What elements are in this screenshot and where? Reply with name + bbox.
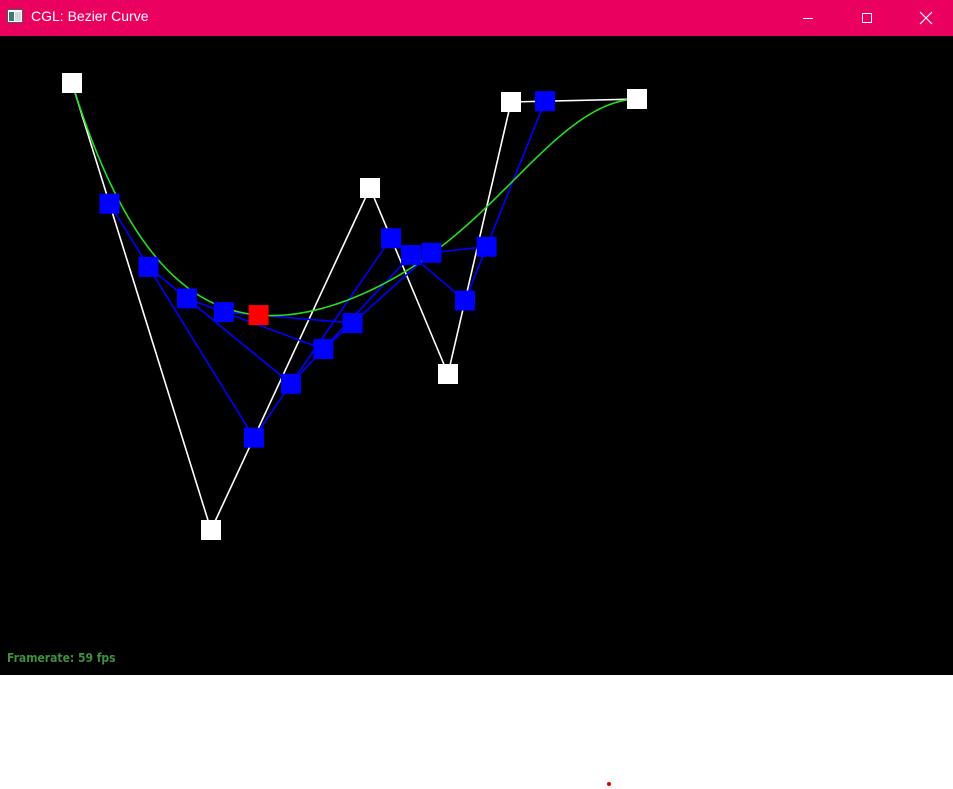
app-icon — [7, 9, 23, 23]
close-button[interactable] — [903, 0, 949, 36]
intermediate-edge — [253, 237, 392, 439]
control-polygon-edge — [210, 187, 371, 531]
current-curve-point — [248, 305, 269, 326]
intermediate-point — [401, 245, 422, 266]
render-viewport[interactable]: Framerate: 59 fps — [0, 36, 953, 675]
control-point-1[interactable] — [62, 73, 82, 93]
intermediate-point — [280, 373, 301, 394]
intermediate-point — [313, 339, 334, 360]
intermediate-point — [99, 193, 120, 214]
control-point-5[interactable] — [501, 92, 521, 112]
framerate-label: Framerate: 59 fps — [7, 651, 116, 665]
control-polygon-edge — [369, 187, 449, 375]
intermediate-point — [176, 288, 197, 309]
maximize-button[interactable] — [844, 0, 890, 36]
intermediate-point — [243, 427, 264, 448]
control-point-6[interactable] — [627, 89, 647, 109]
intermediate-point — [138, 256, 159, 277]
control-point-4[interactable] — [438, 364, 458, 384]
intermediate-point — [421, 242, 442, 263]
bezier-canvas[interactable] — [0, 36, 953, 675]
intermediate-edge — [148, 266, 292, 385]
title-bar[interactable]: CGL: Bezier Curve — [0, 0, 953, 36]
app-window: CGL: Bezier Curve Framerate: 59 fps — [0, 0, 953, 675]
close-icon — [919, 11, 933, 25]
intermediate-point — [213, 302, 234, 323]
intermediate-point — [455, 290, 476, 311]
desktop-area — [0, 675, 953, 789]
intermediate-point — [381, 228, 402, 249]
minimize-icon — [803, 18, 813, 19]
maximize-icon — [862, 13, 872, 23]
control-point-2[interactable] — [201, 520, 221, 540]
intermediate-edge — [223, 311, 353, 324]
intermediate-point — [535, 91, 556, 112]
intermediate-point — [476, 236, 497, 257]
window-title: CGL: Bezier Curve — [31, 8, 149, 24]
control-point-3[interactable] — [360, 178, 380, 198]
red-dot — [607, 782, 611, 786]
intermediate-edge — [322, 252, 432, 350]
intermediate-point — [342, 313, 363, 334]
minimize-button[interactable] — [785, 0, 831, 36]
